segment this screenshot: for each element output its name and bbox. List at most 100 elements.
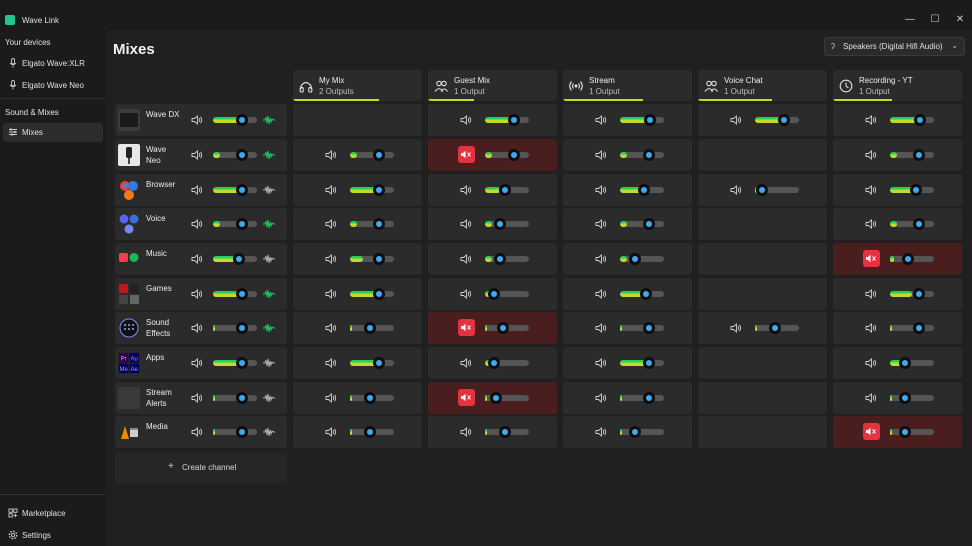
mix-cell[interactable] <box>428 382 557 414</box>
maximize-button[interactable]: ☐ <box>928 13 942 27</box>
volume-slider[interactable] <box>485 392 529 404</box>
speaker-icon[interactable] <box>865 322 877 334</box>
speaker-icon[interactable] <box>595 288 607 300</box>
volume-slider[interactable] <box>213 288 257 300</box>
mix-cell[interactable] <box>698 312 827 344</box>
speaker-icon[interactable] <box>191 253 203 265</box>
volume-slider[interactable] <box>620 253 664 265</box>
slider-knob[interactable] <box>373 184 385 196</box>
mix-cell[interactable] <box>293 208 422 240</box>
mix-cell[interactable] <box>293 312 422 344</box>
slider-knob[interactable] <box>488 357 500 369</box>
slider-knob[interactable] <box>233 253 245 265</box>
mix-cell[interactable] <box>428 347 557 379</box>
volume-slider[interactable] <box>350 357 394 369</box>
speaker-icon[interactable] <box>460 114 472 126</box>
volume-slider[interactable] <box>890 426 934 438</box>
mix-cell[interactable] <box>293 347 422 379</box>
mix-cell[interactable] <box>428 104 557 136</box>
sidebar-item-wave-neo[interactable]: Elgato Wave Neo <box>3 76 103 95</box>
speaker-icon[interactable] <box>865 184 877 196</box>
mute-button[interactable] <box>863 423 880 440</box>
volume-slider[interactable] <box>755 114 799 126</box>
waveform-icon[interactable] <box>263 184 275 196</box>
speaker-icon[interactable] <box>191 149 203 161</box>
slider-knob[interactable] <box>643 392 655 404</box>
slider-knob[interactable] <box>373 357 385 369</box>
volume-slider[interactable] <box>620 392 664 404</box>
slider-knob[interactable] <box>236 392 248 404</box>
speaker-icon[interactable] <box>595 357 607 369</box>
slider-knob[interactable] <box>644 114 656 126</box>
slider-knob[interactable] <box>629 253 641 265</box>
speaker-icon[interactable] <box>325 322 337 334</box>
slider-knob[interactable] <box>497 322 509 334</box>
speaker-icon[interactable] <box>191 357 203 369</box>
speaker-icon[interactable] <box>595 322 607 334</box>
speaker-icon[interactable] <box>595 218 607 230</box>
waveform-icon[interactable] <box>263 149 275 161</box>
volume-slider[interactable] <box>485 184 529 196</box>
mix-cell[interactable] <box>833 208 962 240</box>
slider-knob[interactable] <box>910 184 922 196</box>
volume-slider[interactable] <box>890 114 934 126</box>
slider-knob[interactable] <box>629 426 641 438</box>
sidebar-item-wave-xlr[interactable]: Elgato Wave:XLR <box>3 54 103 73</box>
volume-slider[interactable] <box>213 426 257 438</box>
speaker-icon[interactable] <box>191 184 203 196</box>
mix-cell[interactable] <box>293 278 422 310</box>
slider-knob[interactable] <box>778 114 790 126</box>
slider-knob[interactable] <box>373 149 385 161</box>
waveform-icon[interactable] <box>263 218 275 230</box>
slider-knob[interactable] <box>373 253 385 265</box>
volume-slider[interactable] <box>213 149 257 161</box>
speaker-icon[interactable] <box>325 357 337 369</box>
volume-slider[interactable] <box>890 149 934 161</box>
speaker-icon[interactable] <box>865 114 877 126</box>
volume-slider[interactable] <box>350 218 394 230</box>
speaker-icon[interactable] <box>595 184 607 196</box>
slider-knob[interactable] <box>756 184 768 196</box>
volume-slider[interactable] <box>620 288 664 300</box>
volume-slider[interactable] <box>890 322 934 334</box>
mix-cell[interactable] <box>833 382 962 414</box>
slider-knob[interactable] <box>899 426 911 438</box>
volume-slider[interactable] <box>620 184 664 196</box>
slider-knob[interactable] <box>236 288 248 300</box>
mix-cell[interactable] <box>833 104 962 136</box>
slider-knob[interactable] <box>508 114 520 126</box>
speaker-icon[interactable] <box>191 218 203 230</box>
mix-cell[interactable] <box>563 104 692 136</box>
create-channel-button[interactable]: + Create channel <box>115 453 287 483</box>
slider-knob[interactable] <box>769 322 781 334</box>
speaker-icon[interactable] <box>325 218 337 230</box>
speaker-icon[interactable] <box>460 357 472 369</box>
volume-slider[interactable] <box>213 357 257 369</box>
volume-slider[interactable] <box>213 114 257 126</box>
slider-knob[interactable] <box>508 149 520 161</box>
mix-cell[interactable] <box>563 347 692 379</box>
mute-button[interactable] <box>458 389 475 406</box>
mix-cell[interactable] <box>428 278 557 310</box>
waveform-icon[interactable] <box>263 392 275 404</box>
volume-slider[interactable] <box>890 218 934 230</box>
speaker-icon[interactable] <box>325 288 337 300</box>
volume-slider[interactable] <box>350 184 394 196</box>
minimize-button[interactable]: — <box>903 13 917 27</box>
slider-knob[interactable] <box>236 184 248 196</box>
speaker-icon[interactable] <box>460 218 472 230</box>
volume-slider[interactable] <box>350 149 394 161</box>
mix-cell[interactable] <box>833 174 962 206</box>
speaker-icon[interactable] <box>325 426 337 438</box>
mix-header[interactable]: Stream 1 Output <box>563 70 692 101</box>
volume-slider[interactable] <box>485 322 529 334</box>
slider-knob[interactable] <box>364 322 376 334</box>
slider-knob[interactable] <box>643 322 655 334</box>
volume-slider[interactable] <box>350 288 394 300</box>
volume-slider[interactable] <box>890 288 934 300</box>
waveform-icon[interactable] <box>263 426 275 438</box>
volume-slider[interactable] <box>890 184 934 196</box>
slider-knob[interactable] <box>236 426 248 438</box>
volume-slider[interactable] <box>485 357 529 369</box>
mix-cell[interactable] <box>563 243 692 275</box>
